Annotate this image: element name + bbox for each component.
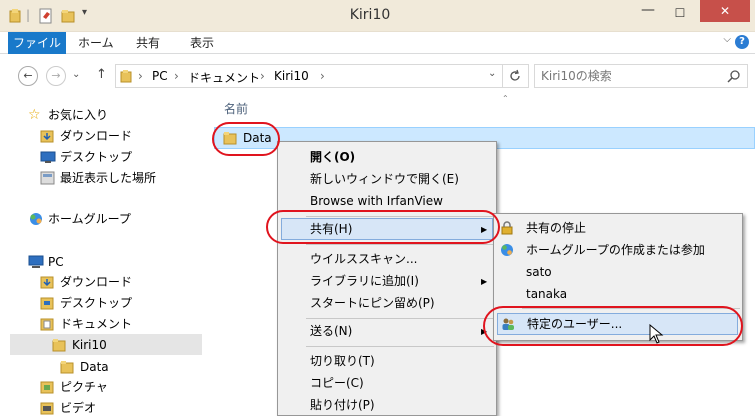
menu-item-cut[interactable]: 切り取り(T) — [310, 350, 375, 372]
customize-toolbar-icon[interactable]: ▾ — [82, 7, 87, 18]
menu-item-share-label: 共有(H) — [310, 222, 353, 236]
recent-places-icon — [40, 171, 55, 185]
breadcrumb-pc[interactable]: PC — [152, 69, 168, 83]
new-folder-icon[interactable] — [60, 8, 76, 24]
desktop-icon — [40, 151, 56, 163]
share-submenu: 共有の停止 ホームグループの作成または参加 sato tanaka 特定のユーザ… — [493, 213, 743, 341]
menu-separator — [306, 244, 494, 245]
breadcrumb-separator: › — [320, 69, 325, 83]
minimize-button[interactable]: — — [634, 2, 662, 24]
lock-icon — [501, 221, 513, 235]
recent-locations-icon[interactable]: ⌄ — [72, 69, 80, 80]
star-icon: ☆ — [28, 107, 41, 123]
menu-item-virus-scan[interactable]: ウイルススキャン... — [310, 248, 417, 270]
submenu-arrow-icon: ▶ — [481, 277, 488, 286]
file-item-label: Data — [243, 131, 272, 145]
maximize-button[interactable]: ☐ — [666, 2, 694, 24]
folder-icon — [52, 339, 66, 352]
ribbon: ファイル ホーム 共有 表示 ⌵ ? — [0, 32, 755, 54]
address-bar[interactable]: › PC › ドキュメント › Kiri10 › ⌄ — [115, 64, 529, 88]
menu-separator — [306, 216, 494, 217]
folder-icon — [60, 361, 74, 374]
menu-item-specific-people-label: 特定のユーザー... — [527, 317, 623, 331]
folder-icon[interactable] — [8, 8, 24, 24]
menu-item-send-to[interactable]: 送る(N) — [310, 320, 352, 342]
homegroup-icon — [501, 244, 513, 256]
menu-item-copy[interactable]: コピー(C) — [310, 372, 364, 394]
folder-icon — [223, 132, 237, 145]
breadcrumb-separator: › — [174, 69, 179, 83]
documents-icon — [40, 318, 54, 331]
context-menu: 開く(O) 新しいウィンドウで開く(E) Browse with IrfanVi… — [277, 141, 497, 416]
downloads-icon — [40, 130, 54, 143]
tab-file[interactable]: ファイル — [8, 32, 66, 54]
mouse-cursor-icon — [649, 324, 664, 344]
breadcrumb-separator: › — [260, 69, 265, 83]
folder-icon — [120, 70, 132, 83]
back-button[interactable]: ← — [18, 66, 38, 86]
breadcrumb-documents[interactable]: ドキュメント — [188, 69, 260, 86]
menu-separator — [306, 318, 494, 319]
close-button[interactable]: ✕ — [700, 0, 750, 22]
menu-separator — [522, 308, 740, 309]
menu-item-user-sato[interactable]: sato — [526, 261, 552, 283]
submenu-arrow-icon: ▶ — [481, 327, 488, 336]
users-icon — [502, 318, 514, 330]
tab-view[interactable]: 表示 — [190, 32, 214, 54]
breadcrumb-separator: › — [138, 69, 143, 83]
forward-button[interactable]: → — [46, 66, 66, 86]
refresh-icon[interactable] — [508, 69, 522, 83]
column-header-name[interactable]: 名前 — [224, 100, 248, 117]
breadcrumb-kiri10[interactable]: Kiri10 — [274, 69, 309, 83]
desktop-folder-icon — [40, 297, 54, 310]
menu-item-open[interactable]: 開く(O) — [310, 146, 355, 168]
toolbar-divider: | — [26, 8, 31, 22]
menu-item-add-to-library[interactable]: ライブラリに追加(I) — [310, 270, 419, 292]
homegroup-icon — [30, 213, 42, 225]
help-icon[interactable]: ? — [735, 35, 749, 49]
menu-item-pin-to-start[interactable]: スタートにピン留め(P) — [310, 292, 435, 314]
search-box[interactable] — [534, 64, 748, 88]
submenu-arrow-icon: ▶ — [481, 225, 488, 234]
pc-icon — [28, 255, 44, 268]
menu-item-stop-sharing[interactable]: 共有の停止 — [526, 217, 586, 239]
tab-home[interactable]: ホーム — [78, 32, 114, 54]
downloads-icon — [40, 276, 54, 289]
videos-icon — [40, 402, 54, 415]
properties-icon[interactable] — [38, 8, 54, 24]
up-button[interactable]: ↑ — [96, 67, 107, 82]
menu-item-open-new-window[interactable]: 新しいウィンドウで開く(E) — [310, 168, 459, 190]
navigation-bar: ← → ⌄ ↑ › PC › ドキュメント › Kiri10 › ⌄ — [0, 54, 755, 96]
menu-item-paste[interactable]: 貼り付け(P) — [310, 394, 375, 416]
tab-share[interactable]: 共有 — [136, 32, 160, 54]
menu-item-share[interactable]: 共有(H) — [281, 218, 493, 240]
menu-item-user-tanaka[interactable]: tanaka — [526, 283, 567, 305]
menu-item-specific-people[interactable]: 特定のユーザー... — [497, 313, 738, 335]
navigation-pane: ☆ お気に入り ダウンロード デスクトップ 最近表示した場所 ホームグループ P… — [0, 96, 205, 416]
sort-indicator-icon: ⌃ — [502, 94, 509, 103]
menu-separator — [306, 346, 494, 347]
ribbon-expand-icon[interactable]: ⌵ — [723, 34, 731, 45]
search-icon[interactable] — [727, 69, 741, 83]
window-title: Kiri10 — [349, 7, 391, 23]
title-bar: | ▾ Kiri10 — ☐ ✕ — [0, 0, 755, 32]
menu-item-homegroup-share[interactable]: ホームグループの作成または参加 — [526, 239, 705, 261]
menu-item-irfanview[interactable]: Browse with IrfanView — [310, 190, 443, 212]
pictures-icon — [40, 381, 54, 394]
address-history-icon[interactable]: ⌄ — [488, 68, 496, 79]
address-divider — [502, 65, 503, 87]
search-input[interactable] — [541, 68, 721, 84]
